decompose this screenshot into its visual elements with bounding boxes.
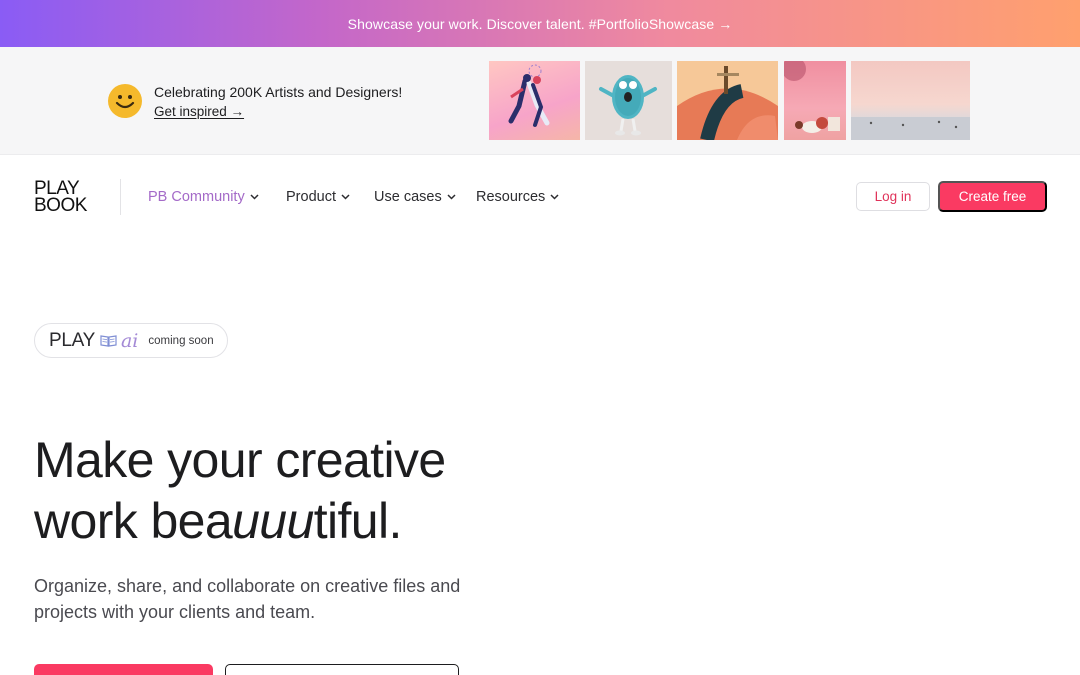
ai-badge-ai: ai [120, 329, 139, 352]
hero-title-emphasis: uuu [232, 493, 314, 549]
promo-title: Celebrating 200K Artists and Designers! [154, 84, 403, 100]
pink-still-life-thumbnail[interactable] [784, 61, 846, 140]
log-in-button[interactable]: Log in [856, 182, 930, 211]
ai-badge-status: coming soon [148, 334, 214, 347]
chevron-down-icon [447, 193, 456, 202]
nav-item-label: PB Community [148, 189, 245, 205]
portfolio-showcase-link[interactable]: Showcase your work. Discover talent. #Po… [348, 16, 733, 32]
pastel-beach-thumbnail[interactable] [851, 61, 970, 140]
ai-badge-play: PLAY [49, 329, 95, 351]
hero-subtitle: Organize, share, and collaborate on crea… [34, 576, 461, 622]
nav-item-label: Resources [476, 189, 546, 205]
hero-title-line-2-end: tiful. [313, 493, 403, 549]
smiley-face-icon [108, 84, 142, 118]
nav-item-label: Use cases [374, 189, 442, 205]
hero-title-line-2-start: work bea [34, 493, 233, 549]
playbook-logo[interactable]: PLAY BOOK [34, 179, 87, 216]
secondary-cta-button[interactable] [225, 664, 459, 675]
promo-strip: Celebrating 200K Artists and Designers! … [0, 47, 1080, 155]
hero-title-line-1: Make your creative [34, 432, 446, 488]
chevron-down-icon [550, 193, 559, 202]
orange-dome-thumbnail[interactable] [677, 61, 778, 140]
announcement-banner: Showcase your work. Discover talent. #Po… [0, 0, 1080, 47]
nav-divider [120, 179, 121, 215]
chevron-down-icon [341, 193, 350, 202]
create-free-button[interactable]: Create free [938, 181, 1047, 212]
nav-item-label: Product [286, 189, 336, 205]
chevron-down-icon [250, 193, 259, 202]
playbook-ai-badge: PLAY ai coming soon [34, 323, 228, 358]
nav-use-cases[interactable]: Use cases [374, 189, 456, 205]
hero-title: Make your creative work beauuutiful. [34, 430, 446, 552]
blue-monster-thumbnail[interactable] [585, 61, 672, 140]
logo-line-2: BOOK [34, 195, 87, 216]
primary-cta-button[interactable] [34, 664, 213, 675]
nav-resources[interactable]: Resources [476, 189, 559, 205]
nav-product[interactable]: Product [286, 189, 350, 205]
open-book-icon [100, 334, 117, 347]
nav-pb-community[interactable]: PB Community [148, 189, 259, 205]
get-inspired-link[interactable]: Get inspired → [154, 104, 244, 119]
dancing-couple-thumbnail[interactable] [489, 61, 580, 140]
